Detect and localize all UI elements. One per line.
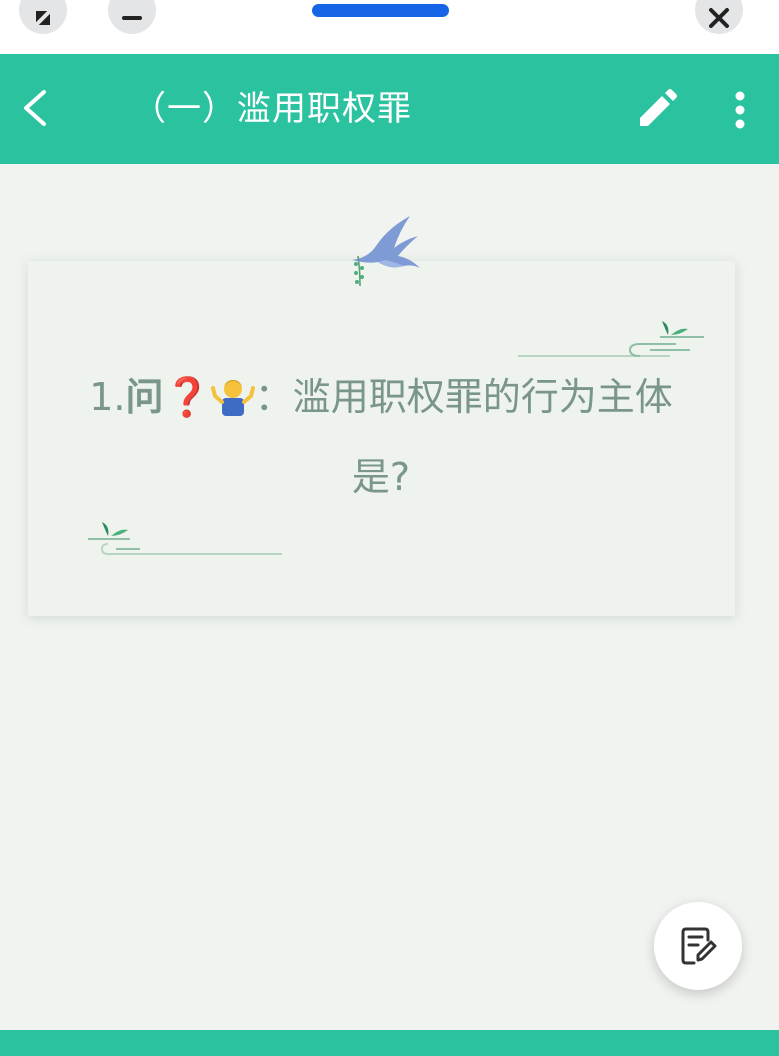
question-number: 1.: [89, 375, 126, 419]
expand-button[interactable]: [19, 0, 67, 34]
note-edit-icon: [681, 927, 717, 965]
drag-handle[interactable]: [312, 4, 449, 17]
app-header: （一）滥用职权罪: [0, 54, 779, 164]
chevron-left-icon: [24, 90, 46, 126]
leaf-cloud-decoration-icon: [88, 522, 282, 555]
page-title: （一）滥用职权罪: [132, 89, 412, 129]
window-chrome: [0, 0, 779, 54]
pencil-icon: [640, 89, 677, 126]
swallow-bird-icon: [352, 216, 420, 287]
question-text: 1.问❓ ：滥用职权罪的行为主体是?: [68, 357, 694, 517]
question-card[interactable]: 1.问❓ ：滥用职权罪的行为主体是?: [28, 261, 735, 616]
minimize-button[interactable]: [108, 0, 156, 34]
more-options-button[interactable]: [720, 88, 760, 132]
app-root: （一）滥用职权罪 1.问❓ ：滥用职权罪的行为主体是?: [0, 0, 779, 1056]
back-button[interactable]: [14, 86, 58, 130]
expand-icon: [33, 8, 53, 28]
question-body: ：滥用职权罪的行为主体是?: [254, 375, 673, 499]
note-edit-button[interactable]: [654, 902, 742, 990]
question-mark-icon: ❓: [163, 375, 211, 419]
close-icon: [709, 8, 729, 28]
close-window-button[interactable]: [695, 0, 743, 34]
minimize-icon: [122, 16, 142, 20]
edit-button[interactable]: [634, 88, 678, 132]
shrug-person-icon: [210, 380, 255, 416]
bottom-bar: [0, 1030, 779, 1056]
question-prefix: 问: [125, 375, 164, 419]
more-vertical-icon: [735, 91, 745, 129]
